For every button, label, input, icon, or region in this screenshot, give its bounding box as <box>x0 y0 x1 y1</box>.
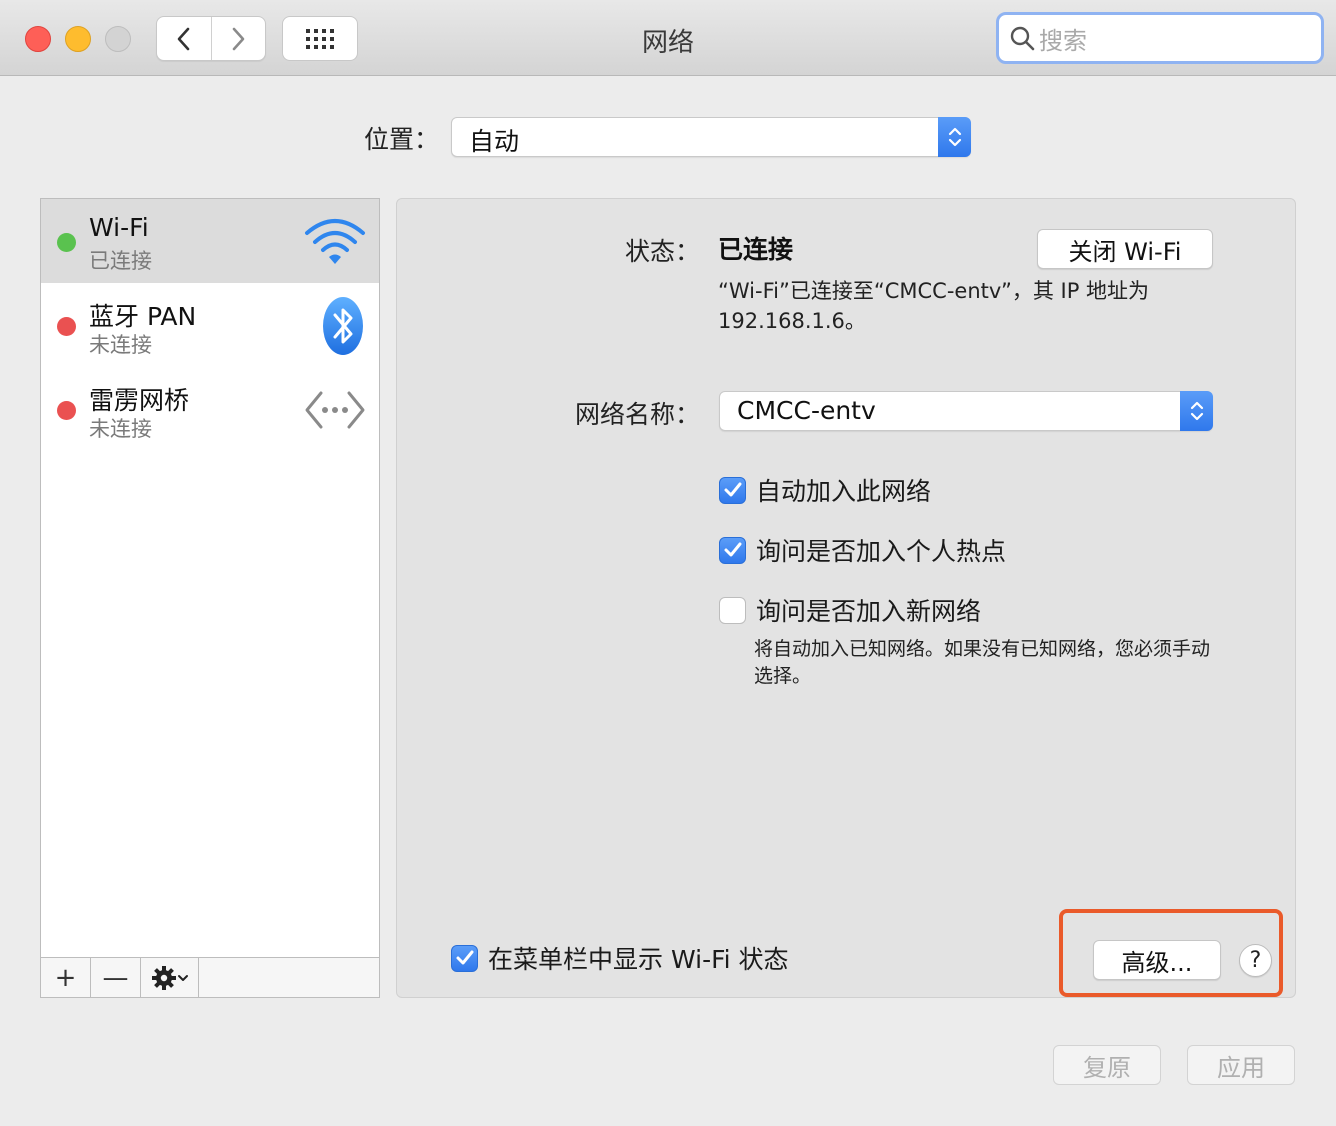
checkmark-icon <box>724 482 741 497</box>
show-in-menubar-checkbox-row[interactable]: 在菜单栏中显示 Wi-Fi 状态 <box>451 940 789 976</box>
thunderbolt-bridge-icon <box>305 391 365 429</box>
chevron-up-down-icon <box>948 127 961 147</box>
status-dot-connected <box>57 233 76 252</box>
apply-button[interactable]: 应用 <box>1187 1045 1295 1085</box>
status-value: 已连接 <box>718 235 794 264</box>
add-service-button[interactable]: + <box>41 958 91 997</box>
service-item-wifi[interactable]: Wi-Fi 已连接 <box>41 199 379 283</box>
service-list: Wi-Fi 已连接 蓝牙 PAN 未连接 雷雳网桥 未连接 + — <box>40 198 380 998</box>
service-name: Wi-Fi <box>89 213 149 242</box>
bluetooth-icon <box>323 297 363 355</box>
checkmark-icon <box>456 950 473 965</box>
ask-hotspot-checkbox-row[interactable]: 询问是否加入个人热点 <box>719 532 1006 568</box>
search-icon <box>1010 26 1035 51</box>
network-name-stepper <box>1180 391 1213 431</box>
network-name-select[interactable]: CMCC-entv <box>719 391 1213 431</box>
checkmark-icon <box>724 542 741 557</box>
show-in-menubar-checkbox[interactable] <box>451 944 478 972</box>
service-item-thunderbolt-bridge[interactable]: 雷雳网桥 未连接 <box>41 367 379 451</box>
action-menu-button[interactable] <box>141 958 199 997</box>
service-status: 未连接 <box>89 417 152 441</box>
ask-hotspot-checkbox[interactable] <box>719 536 746 564</box>
service-list-toolbar: + — <box>41 957 379 997</box>
location-select[interactable]: 自动 <box>451 117 971 157</box>
location-value: 自动 <box>469 127 520 156</box>
service-status: 未连接 <box>89 333 152 357</box>
status-label: 状态： <box>624 237 700 266</box>
highlight-box <box>1059 909 1283 997</box>
show-in-menubar-label: 在菜单栏中显示 Wi-Fi 状态 <box>488 945 789 974</box>
auto-join-checkbox[interactable] <box>719 476 746 504</box>
location-label: 位置： <box>364 125 440 154</box>
auto-join-label: 自动加入此网络 <box>756 477 932 506</box>
network-name-value: CMCC-entv <box>737 396 876 425</box>
revert-button[interactable]: 复原 <box>1053 1045 1161 1085</box>
ask-hotspot-label: 询问是否加入个人热点 <box>756 537 1007 566</box>
location-stepper <box>938 117 971 157</box>
service-status: 已连接 <box>89 249 152 273</box>
title-bar: 网络 搜索 <box>0 0 1336 76</box>
gear-icon <box>151 965 176 990</box>
status-dot-disconnected <box>57 401 76 420</box>
remove-service-button[interactable]: — <box>91 958 141 997</box>
service-item-bluetooth-pan[interactable]: 蓝牙 PAN 未连接 <box>41 283 379 367</box>
network-name-label: 网络名称： <box>574 400 700 429</box>
turn-off-wifi-button[interactable]: 关闭 Wi-Fi <box>1037 229 1213 269</box>
ask-new-network-label: 询问是否加入新网络 <box>756 597 982 626</box>
search-field[interactable]: 搜索 <box>996 12 1324 64</box>
status-description: “Wi-Fi”已连接至“CMCC-entv”，其 IP 地址为 192.168.… <box>718 279 1150 333</box>
service-name: 蓝牙 PAN <box>89 302 197 331</box>
ask-new-network-checkbox-row[interactable]: 询问是否加入新网络 <box>719 592 981 628</box>
status-dot-disconnected <box>57 317 76 336</box>
service-name: 雷雳网桥 <box>89 386 190 415</box>
new-network-note: 将自动加入已知网络。如果没有已知网络，您必须手动选择。 <box>754 638 1211 687</box>
chevron-down-icon <box>177 974 188 981</box>
ask-new-network-checkbox[interactable] <box>719 596 746 624</box>
auto-join-checkbox-row[interactable]: 自动加入此网络 <box>719 472 931 508</box>
search-placeholder: 搜索 <box>1039 26 1087 55</box>
wifi-icon <box>305 219 365 264</box>
chevron-up-down-icon <box>1190 401 1203 421</box>
